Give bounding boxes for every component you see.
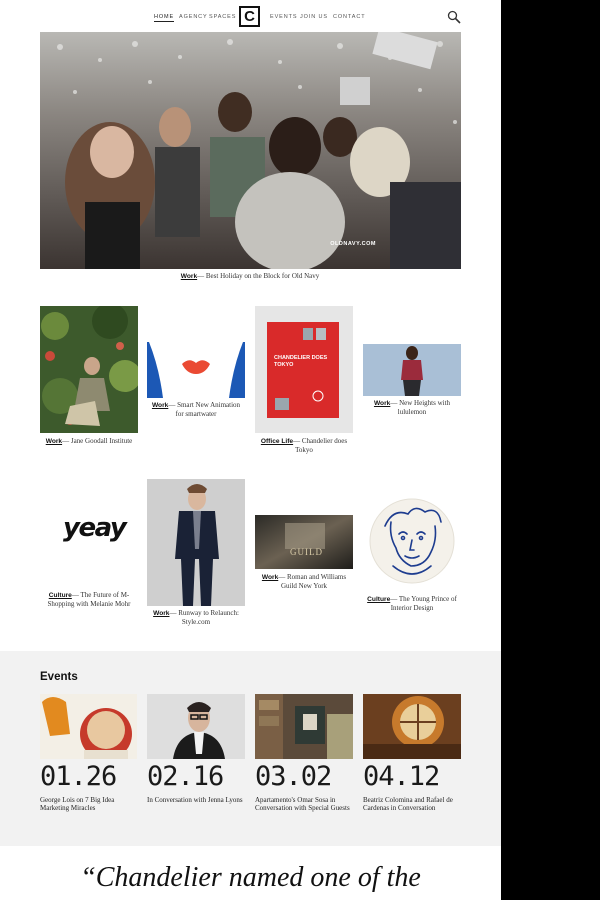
nav-events[interactable]: EVENTS bbox=[270, 14, 297, 20]
event-image-4[interactable] bbox=[363, 694, 461, 759]
grid-image-jane-goodall[interactable] bbox=[40, 306, 138, 433]
grid-caption-1: Work— Jane Goodall Institute bbox=[40, 437, 138, 446]
grid-image-guild[interactable]: GUILD bbox=[255, 515, 353, 569]
grid-tag-1[interactable]: Work bbox=[46, 438, 62, 445]
grid-tag-7[interactable]: Work bbox=[262, 574, 278, 581]
nav-join-us[interactable]: JOIN US bbox=[300, 14, 328, 20]
yeay-art: yeay bbox=[63, 513, 127, 543]
nav-home[interactable]: HOME bbox=[154, 14, 175, 22]
grid-text-6: — Runway to Relaunch: Style.com bbox=[169, 609, 239, 626]
event-date-3: 03.02 bbox=[255, 761, 332, 792]
hero-caption-text: — Best Holiday on the Block for Old Navy bbox=[197, 272, 320, 280]
grid-caption-8: Culture— The Young Prince of Interior De… bbox=[363, 595, 461, 612]
grid-text-2: — Smart New Animation for smartwater bbox=[168, 401, 241, 418]
grid-text-3: — Chandelier does Tokyo bbox=[293, 437, 348, 454]
hero-image[interactable]: OLDNAVY.COM bbox=[40, 32, 461, 269]
grid-image-style-com[interactable] bbox=[147, 479, 245, 606]
hero-caption: Work— Best Holiday on the Block for Old … bbox=[130, 272, 370, 281]
hero-tag-link[interactable]: Work bbox=[181, 273, 197, 280]
grid-caption-3: Office Life— Chandelier does Tokyo bbox=[255, 437, 353, 454]
event-caption-3[interactable]: Apartamento's Omar Sosa in Conversation … bbox=[255, 796, 355, 812]
book-cover-title: CHANDELIER DOES TOKYO bbox=[274, 355, 328, 368]
grid-text-8: — The Young Prince of Interior Design bbox=[390, 595, 457, 612]
grid-text-7: — Roman and Williams Guild New York bbox=[278, 573, 347, 590]
event-image-1[interactable] bbox=[40, 694, 137, 759]
hero-watermark: OLDNAVY.COM bbox=[330, 241, 376, 247]
grid-image-smartwater[interactable] bbox=[147, 342, 245, 398]
logo[interactable]: C bbox=[239, 6, 260, 27]
grid-text-1: — Jane Goodall Institute bbox=[62, 437, 133, 445]
grid-caption-4: Work— New Heights with lululemon bbox=[363, 399, 461, 416]
events-section: Events 01.26 George Lois on 7 Big Idea M… bbox=[0, 651, 501, 846]
search-icon bbox=[447, 10, 461, 24]
event-date-1: 01.26 bbox=[40, 761, 117, 792]
grid-tag-3[interactable]: Office Life bbox=[261, 438, 293, 445]
grid-caption-7: Work— Roman and Williams Guild New York bbox=[255, 573, 353, 590]
event-image-3[interactable] bbox=[255, 694, 353, 759]
nav-agency[interactable]: AGENCY bbox=[179, 14, 208, 20]
event-date-2: 02.16 bbox=[147, 761, 224, 792]
grid-tag-6[interactable]: Work bbox=[153, 610, 169, 617]
grid-caption-5: Culture— The Future of M-Shopping with M… bbox=[40, 591, 138, 608]
grid-image-tokyo-book[interactable]: CHANDELIER DOES TOKYO bbox=[255, 306, 353, 433]
grid-tag-8[interactable]: Culture bbox=[367, 596, 390, 603]
event-date-4: 04.12 bbox=[363, 761, 440, 792]
main-nav: HOME AGENCY SPACES C EVENTS JOIN US CONT… bbox=[0, 6, 501, 28]
event-image-2[interactable] bbox=[147, 694, 245, 759]
grid-tag-4[interactable]: Work bbox=[374, 400, 390, 407]
event-caption-2[interactable]: In Conversation with Jenna Lyons bbox=[147, 796, 247, 804]
grid-text-4: — New Heights with lululemon bbox=[390, 399, 451, 416]
nav-spaces[interactable]: SPACES bbox=[209, 14, 236, 20]
page: HOME AGENCY SPACES C EVENTS JOIN US CONT… bbox=[0, 0, 501, 900]
grid-caption-2: Work— Smart New Animation for smartwater bbox=[147, 401, 245, 418]
guild-sign: GUILD bbox=[290, 547, 323, 557]
grid-caption-6: Work— Runway to Relaunch: Style.com bbox=[147, 609, 245, 626]
grid-tag-2[interactable]: Work bbox=[152, 402, 168, 409]
grid-tag-5[interactable]: Culture bbox=[49, 592, 72, 599]
event-caption-1[interactable]: George Lois on 7 Big Idea Marketing Mira… bbox=[40, 796, 140, 812]
nav-contact[interactable]: CONTACT bbox=[333, 14, 365, 20]
events-title: Events bbox=[40, 671, 78, 683]
search-button[interactable] bbox=[447, 10, 461, 24]
grid-image-young-prince[interactable] bbox=[363, 496, 461, 588]
grid-image-lululemon[interactable] bbox=[363, 344, 461, 396]
event-caption-4[interactable]: Beatriz Colomina and Rafael de Cardenas … bbox=[363, 796, 463, 812]
grid-image-yeay[interactable]: yeay bbox=[40, 480, 138, 585]
press-quote: “Chandelier named one of the bbox=[80, 862, 421, 893]
